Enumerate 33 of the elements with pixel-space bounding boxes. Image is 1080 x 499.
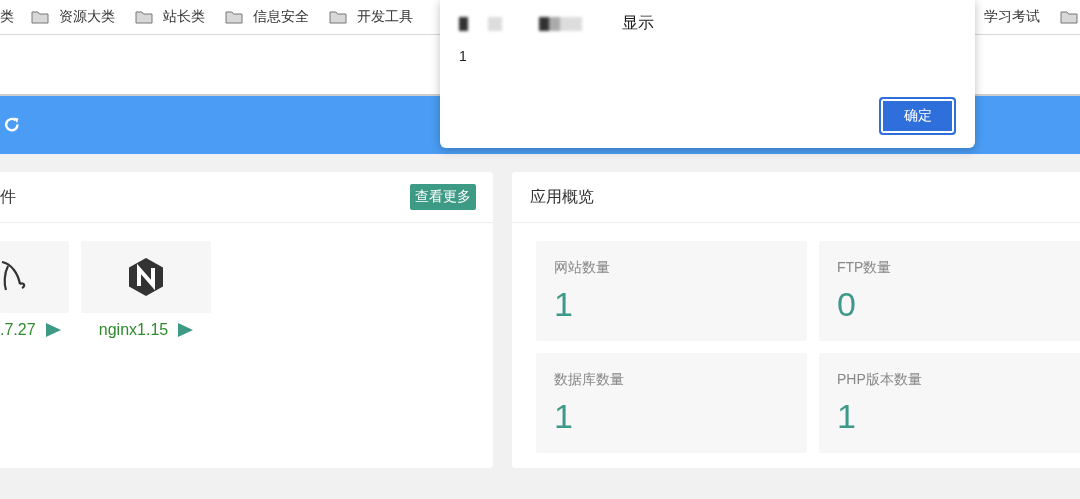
ok-button[interactable]: 确定 (879, 97, 956, 135)
card-title: 件 (0, 186, 16, 207)
view-more-button[interactable]: 查看更多 (410, 184, 476, 210)
stat-value: 0 (837, 285, 857, 324)
bookmark-link[interactable]: 资源大类 (59, 8, 115, 26)
software-name[interactable]: nginx1.15 (98, 321, 169, 339)
stat-value: 1 (554, 285, 574, 324)
stat-tile[interactable]: 网站数量 1 (536, 241, 807, 341)
hexagon-n-icon (128, 257, 164, 297)
stat-label: PHP版本数量 (837, 371, 923, 389)
software-tile[interactable] (81, 241, 211, 313)
refresh-icon[interactable] (3, 116, 21, 134)
stat-value: 1 (554, 397, 574, 436)
dialog-message: 1 (459, 48, 468, 64)
stat-value: 1 (837, 397, 857, 436)
dialog-title: 显示 (622, 13, 654, 33)
bookmark-link[interactable]: 信息安全 (253, 8, 309, 26)
bookmark-link[interactable]: 开发工具 (357, 8, 413, 26)
software-name[interactable]: .7.27 (0, 321, 36, 339)
stat-tile[interactable]: 数据库数量 1 (536, 353, 807, 453)
stat-label: 数据库数量 (554, 371, 625, 389)
software-tile[interactable] (0, 241, 69, 313)
stat-tile[interactable]: FTP数量 0 (819, 241, 1080, 341)
bookmark-link[interactable]: 学习考试 (984, 8, 1040, 26)
play-icon[interactable] (45, 323, 61, 337)
bookmark-link[interactable]: 站长类 (163, 8, 205, 26)
play-icon[interactable] (178, 323, 194, 337)
stat-label: 网站数量 (554, 259, 611, 277)
bookmark-link[interactable]: 类 (0, 8, 14, 26)
stat-tile[interactable]: PHP版本数量 1 (819, 353, 1080, 453)
stat-label: FTP数量 (837, 259, 893, 277)
card-title: 应用概览 (530, 186, 594, 207)
folder-icon[interactable] (1060, 10, 1078, 24)
